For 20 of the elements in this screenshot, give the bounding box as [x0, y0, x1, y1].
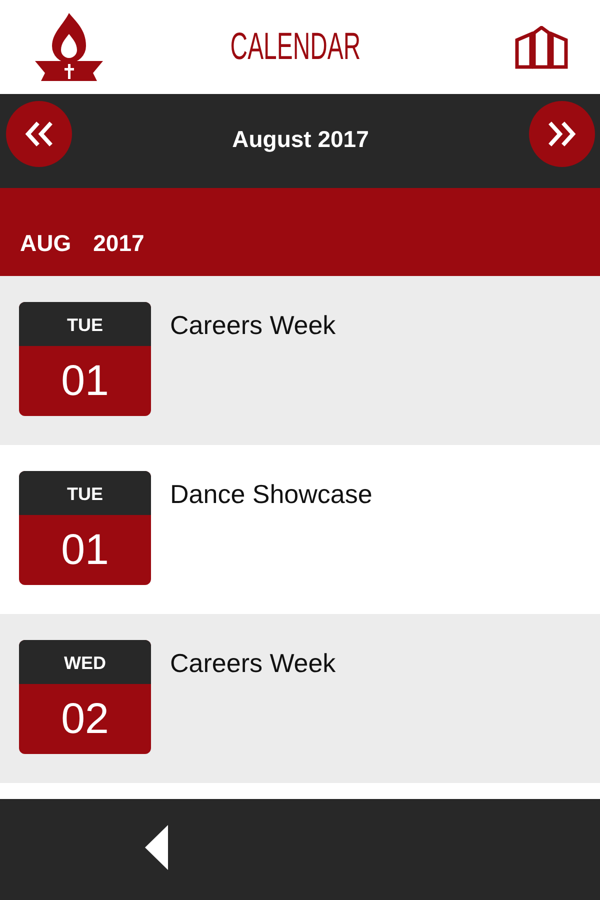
day-number: 01 [61, 357, 109, 405]
weekday-label: WED [19, 640, 151, 684]
event-title: Dance Showcase [170, 478, 372, 510]
back-icon[interactable] [145, 825, 168, 870]
building-icon[interactable] [515, 26, 568, 68]
event-title: Careers Week [170, 309, 336, 341]
double-chevron-right-icon [546, 121, 577, 147]
event-row[interactable]: TUE 01 Careers Week [0, 276, 600, 445]
day-number: 01 [61, 526, 109, 574]
section-year: 2017 [93, 230, 144, 256]
weekday-label: TUE [19, 302, 151, 346]
section-month: AUG [20, 230, 72, 256]
flame-logo[interactable] [35, 13, 103, 81]
double-chevron-left-icon [24, 121, 54, 147]
month-label: August 2017 [232, 126, 369, 152]
weekday-label: TUE [19, 471, 151, 515]
event-row[interactable]: WED 02 Careers Week [0, 614, 600, 783]
day-number: 02 [61, 695, 109, 743]
event-title: Careers Week [170, 647, 336, 679]
page-title: CALENDAR [230, 25, 360, 69]
